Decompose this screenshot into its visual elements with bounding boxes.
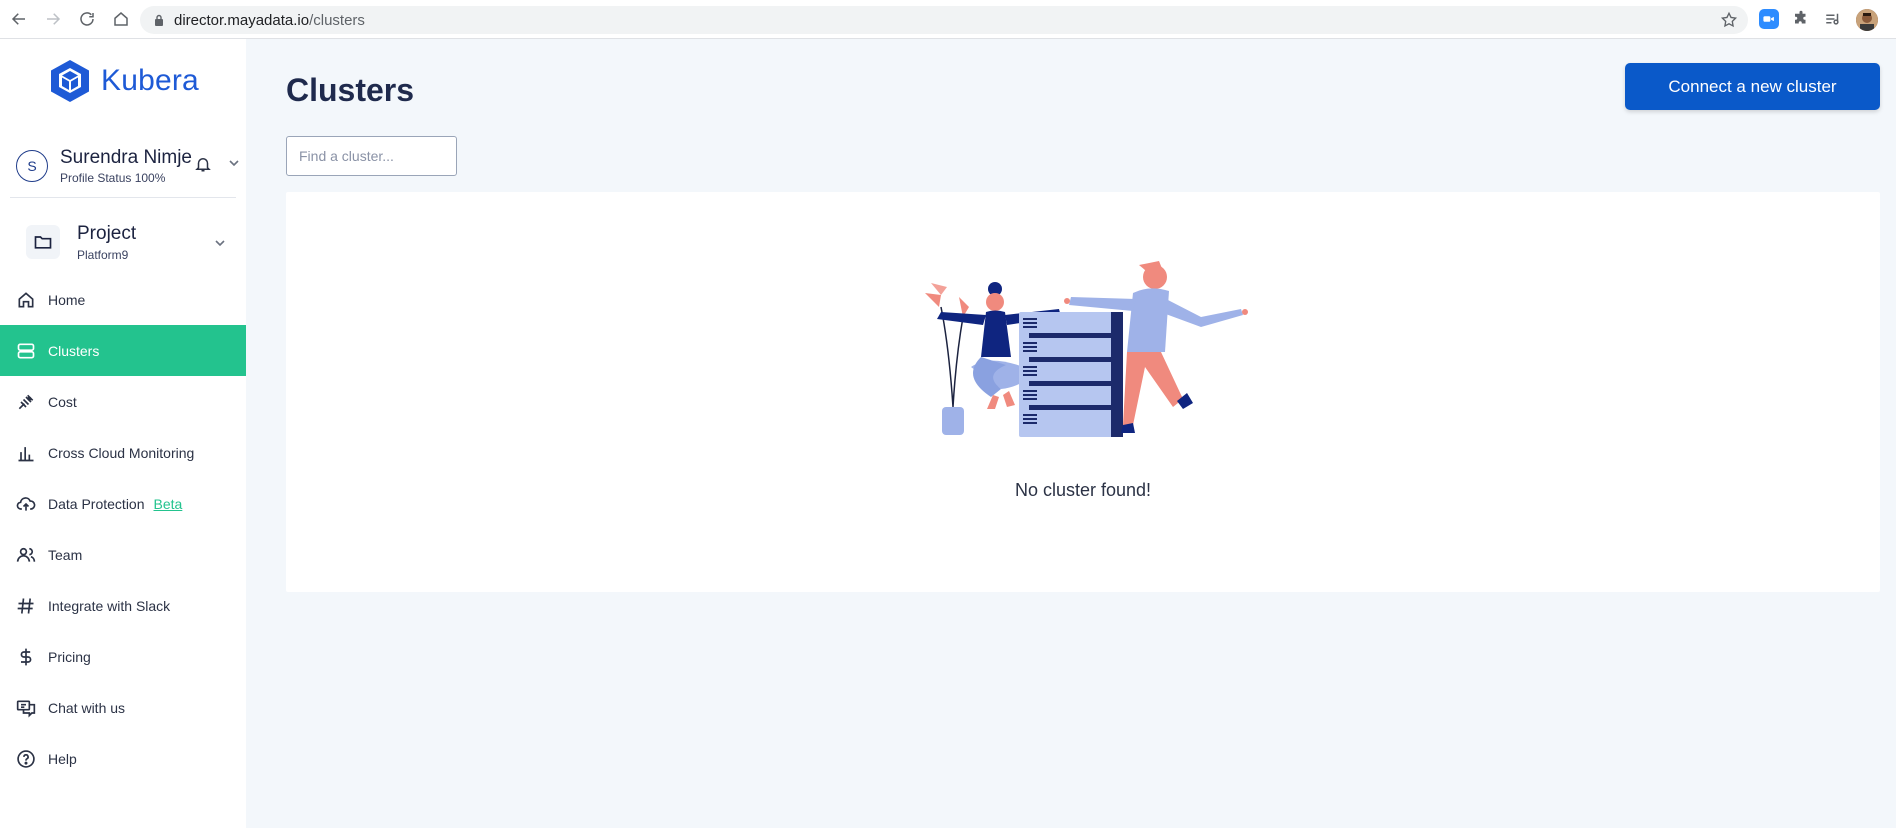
project-name: Platform9	[77, 247, 129, 262]
profile-status: Profile Status 100%	[60, 171, 166, 185]
sidebar-nav: Home Clusters Cost Cross Cloud Monitorin…	[0, 274, 246, 784]
sidebar-item-label: Home	[48, 291, 86, 308]
page-title: Clusters	[286, 72, 415, 108]
kubera-cube-icon	[51, 60, 89, 102]
chevron-down-icon[interactable]	[214, 237, 226, 249]
help-icon	[17, 749, 35, 768]
sidebar-item-label: Cost	[48, 393, 77, 410]
cloud-upload-icon	[16, 496, 36, 511]
project-label: Project	[77, 222, 137, 244]
media-control-icon[interactable]	[1823, 9, 1843, 29]
address-bar[interactable]: director.mayadata.io/clusters	[140, 6, 1748, 34]
url-host: director.mayadata.io	[174, 11, 310, 29]
sidebar-item-chat[interactable]: Chat with us	[0, 682, 246, 733]
user-name: Surendra Nimje	[60, 147, 192, 168]
bookmark-star-icon[interactable]	[1720, 11, 1738, 29]
home-browser-icon[interactable]	[106, 4, 136, 34]
reload-icon[interactable]	[72, 4, 102, 34]
team-icon	[16, 547, 36, 562]
folder-icon	[26, 225, 60, 259]
sidebar-item-label: Team	[48, 546, 83, 563]
clusters-icon	[17, 343, 35, 358]
brand-logo[interactable]: Kubera	[47, 58, 199, 104]
beta-badge[interactable]: Beta	[154, 496, 183, 512]
lock-icon	[155, 14, 163, 26]
forward-icon[interactable]	[38, 4, 68, 34]
sidebar-item-integrate-slack[interactable]: Integrate with Slack	[0, 580, 246, 631]
divider	[10, 197, 236, 198]
url-path: /clusters	[309, 11, 365, 29]
browser-toolbar: director.mayadata.io/clusters	[0, 0, 1896, 39]
sidebar-item-label: Cross Cloud Monitoring	[48, 444, 195, 461]
sidebar: Kubera S Surendra Nimje Profile Status 1…	[0, 39, 246, 828]
sidebar-item-label: Help	[48, 750, 77, 767]
browser-profile-avatar[interactable]	[1856, 9, 1878, 31]
avatar: S	[16, 150, 48, 182]
user-profile[interactable]: S Surendra Nimje Profile Status 100%	[16, 141, 239, 191]
empty-state-illustration	[925, 261, 1248, 437]
sidebar-item-label: Data Protection	[48, 495, 145, 512]
brand-name: Kubera	[101, 64, 199, 97]
sidebar-item-label: Pricing	[48, 648, 91, 665]
bar-chart-icon	[18, 446, 34, 461]
sidebar-item-clusters[interactable]: Clusters	[0, 325, 246, 376]
sidebar-item-home[interactable]: Home	[0, 274, 246, 325]
slack-icon	[17, 597, 34, 614]
sidebar-item-pricing[interactable]: Pricing	[0, 631, 246, 682]
bell-icon[interactable]	[194, 155, 212, 173]
clusters-panel: No cluster found!	[286, 192, 1880, 592]
sidebar-item-help[interactable]: Help	[0, 733, 246, 784]
cost-icon	[18, 394, 34, 409]
chat-icon	[16, 700, 36, 718]
project-selector[interactable]: Project Platform9	[26, 214, 234, 270]
chevron-down-icon[interactable]	[228, 157, 240, 169]
sidebar-item-data-protection[interactable]: Data Protection Beta	[0, 478, 246, 529]
connect-cluster-button[interactable]: Connect a new cluster	[1625, 63, 1880, 110]
sidebar-item-label: Chat with us	[48, 699, 126, 716]
sidebar-item-label: Clusters	[48, 342, 100, 359]
dollar-icon	[20, 648, 32, 665]
back-icon[interactable]	[4, 4, 34, 34]
home-icon	[18, 291, 34, 307]
zoom-extension-icon[interactable]	[1759, 9, 1779, 29]
sidebar-item-cost[interactable]: Cost	[0, 376, 246, 427]
search-input[interactable]	[286, 136, 457, 176]
main-content: Clusters Connect a new cluster Find a cl…	[246, 39, 1896, 828]
empty-state-message: No cluster found!	[1014, 480, 1152, 500]
sidebar-item-cross-cloud-monitoring[interactable]: Cross Cloud Monitoring	[0, 427, 246, 478]
sidebar-item-team[interactable]: Team	[0, 529, 246, 580]
extensions-puzzle-icon[interactable]	[1791, 9, 1811, 29]
sidebar-item-label: Integrate with Slack	[48, 597, 171, 614]
